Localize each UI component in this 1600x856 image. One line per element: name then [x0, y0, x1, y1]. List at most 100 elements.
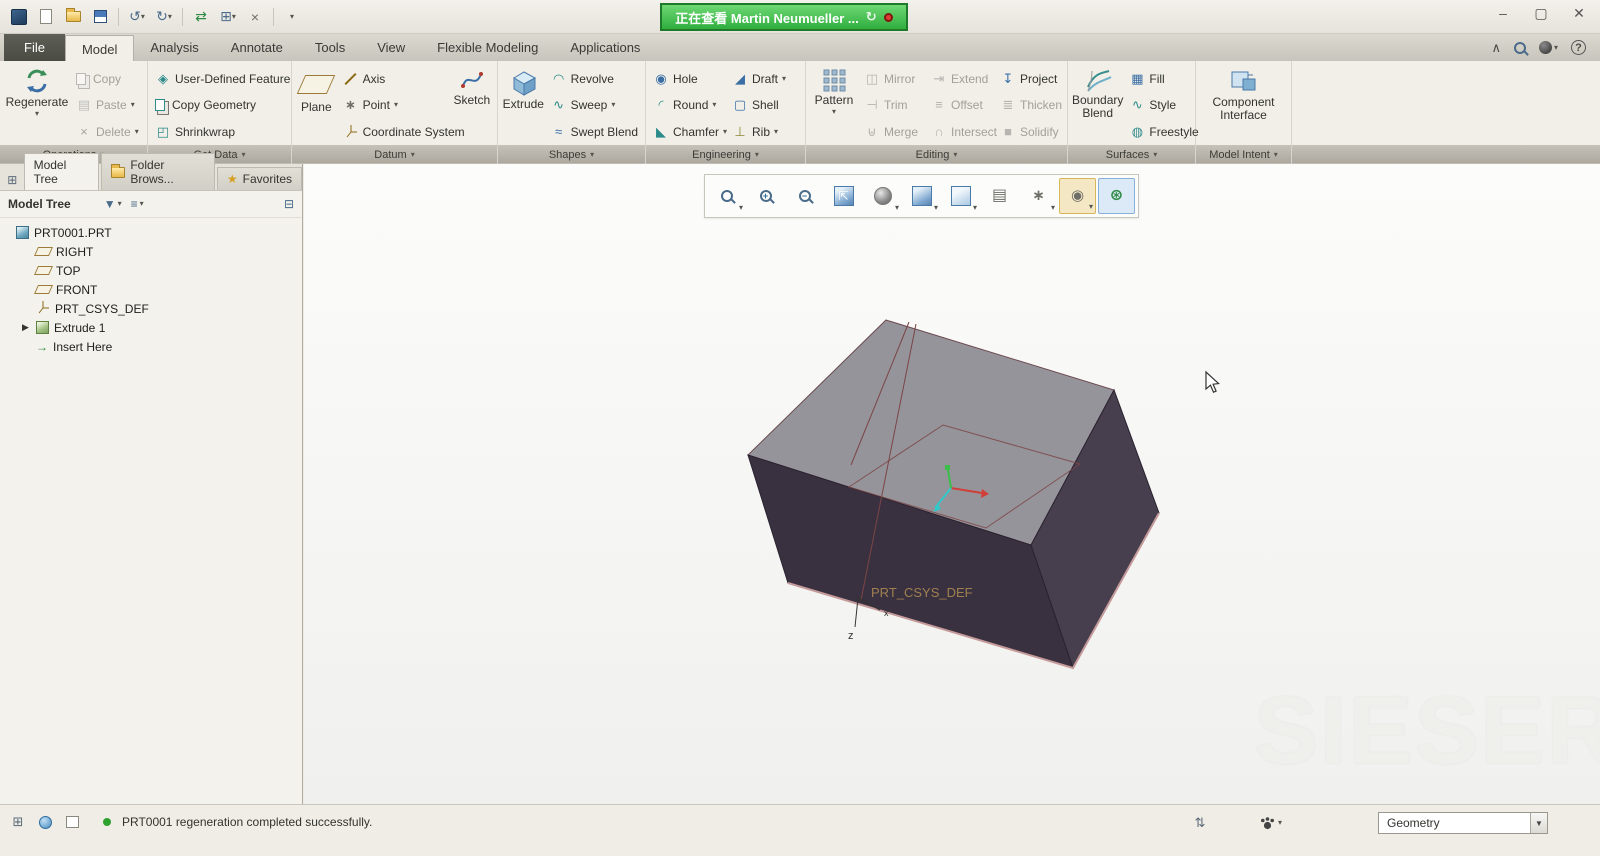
- tree-item-top[interactable]: TOP: [0, 261, 302, 280]
- selection-filter-dropdown[interactable]: Geometry ▼: [1378, 812, 1548, 834]
- refit-button[interactable]: ⇱: [825, 178, 862, 214]
- spin-center-button[interactable]: ⊛: [1098, 178, 1135, 214]
- close-button[interactable]: ✕: [1568, 5, 1590, 22]
- zoom-out-button[interactable]: −: [786, 178, 823, 214]
- tree-item-front[interactable]: FRONT: [0, 280, 302, 299]
- tab-annotate[interactable]: Annotate: [215, 34, 299, 61]
- tab-tools[interactable]: Tools: [299, 34, 361, 61]
- user-defined-feature-button[interactable]: ◈User-Defined Feature: [152, 66, 293, 91]
- hole-button[interactable]: ◉Hole: [650, 66, 726, 91]
- browser-toggle-button[interactable]: [35, 812, 55, 832]
- zoom-region-button[interactable]: ▾: [708, 178, 745, 214]
- tab-view[interactable]: View: [361, 34, 421, 61]
- group-label-editing[interactable]: Editing▾: [806, 146, 1067, 164]
- windows-button[interactable]: ⊞▾: [217, 6, 239, 28]
- swept-blend-button[interactable]: ≈Swept Blend: [548, 119, 641, 144]
- datum-display-button[interactable]: ∗▾: [1020, 178, 1057, 214]
- search-button[interactable]: [1514, 42, 1526, 54]
- sketch-button[interactable]: Sketch: [451, 64, 493, 146]
- tab-folder-browser[interactable]: Folder Brows...: [101, 153, 215, 190]
- offset-button[interactable]: ≡Offset: [928, 93, 994, 118]
- freestyle-button[interactable]: ◍Freestyle: [1126, 119, 1201, 144]
- coordinate-system-button[interactable]: Coordinate System: [340, 119, 448, 144]
- view-manager-button[interactable]: ▤: [981, 178, 1018, 214]
- saved-orientations-button[interactable]: ▾: [942, 178, 979, 214]
- tree-settings-button[interactable]: ⊟: [284, 197, 294, 211]
- undo-button[interactable]: ↺▾: [126, 6, 148, 28]
- tab-favorites[interactable]: ★Favorites: [217, 167, 302, 190]
- regenerate-button[interactable]: Regenerate ▾: [4, 64, 70, 146]
- delete-button[interactable]: ×Delete▾: [73, 119, 142, 144]
- save-button[interactable]: [89, 6, 111, 28]
- solidify-button[interactable]: ■Solidify: [997, 119, 1061, 144]
- expand-arrow-icon[interactable]: ▶: [22, 322, 31, 333]
- connections-button[interactable]: ▾: [1539, 41, 1558, 54]
- draft-button[interactable]: ◢Draft▾: [729, 66, 799, 91]
- shade-button[interactable]: ▾: [864, 178, 901, 214]
- maximize-button[interactable]: ▢: [1530, 5, 1552, 22]
- tab-file[interactable]: File: [4, 34, 65, 61]
- tree-item-extrude[interactable]: ▶Extrude 1: [0, 318, 302, 337]
- copy-geometry-button[interactable]: Copy Geometry: [152, 93, 293, 118]
- tab-analysis[interactable]: Analysis: [134, 34, 214, 61]
- boundary-blend-button[interactable]: Boundary Blend: [1072, 64, 1123, 146]
- navigator-toggle-button[interactable]: ⊞: [8, 812, 28, 832]
- group-label-shapes[interactable]: Shapes▾: [498, 146, 645, 164]
- component-interface-button[interactable]: Component Interface: [1204, 64, 1284, 146]
- round-button[interactable]: ◜Round▾: [650, 93, 726, 118]
- redo-button[interactable]: ↻▾: [153, 6, 175, 28]
- extend-button[interactable]: ⇥Extend: [928, 66, 994, 91]
- open-button[interactable]: [62, 6, 84, 28]
- chevron-down-icon[interactable]: ▼: [1530, 813, 1547, 833]
- tab-flexible-modeling[interactable]: Flexible Modeling: [421, 34, 554, 61]
- tab-model[interactable]: Model: [65, 35, 134, 61]
- paste-button[interactable]: ▤Paste▾: [73, 93, 142, 118]
- group-label-model-intent[interactable]: Model Intent▾: [1196, 146, 1291, 164]
- find-button[interactable]: [1258, 813, 1278, 833]
- annotation-display-button[interactable]: ◉▾: [1059, 178, 1096, 214]
- tree-item-insert-here[interactable]: →Insert Here: [0, 337, 302, 356]
- chamfer-button[interactable]: ◣Chamfer▾: [650, 119, 726, 144]
- tree-columns-button[interactable]: ≡▾: [131, 197, 144, 211]
- shrinkwrap-button[interactable]: ◰Shrinkwrap: [152, 119, 293, 144]
- point-button[interactable]: ∗Point▾: [340, 93, 448, 118]
- mirror-button[interactable]: ◫Mirror: [861, 66, 925, 91]
- help-button[interactable]: ?: [1571, 40, 1586, 55]
- tab-model-tree[interactable]: Model Tree: [24, 153, 100, 190]
- display-style-button[interactable]: ▾: [903, 178, 940, 214]
- merge-button[interactable]: ⊎Merge: [861, 119, 925, 144]
- navigator-grid-icon[interactable]: ⊞: [3, 170, 22, 190]
- tree-item-csys[interactable]: PRT_CSYS_DEF: [0, 299, 302, 318]
- intersect-button[interactable]: ∩Intersect: [928, 119, 994, 144]
- copy-button[interactable]: Copy: [73, 66, 142, 91]
- tree-item-part[interactable]: PRT0001.PRT: [0, 223, 302, 242]
- tree-item-right[interactable]: RIGHT: [0, 242, 302, 261]
- pattern-button[interactable]: Pattern ▾: [810, 64, 858, 146]
- axis-button[interactable]: Axis: [340, 66, 448, 91]
- graphics-area[interactable]: PRT_CSYS_DEF z x ▾ + − ⇱ ▾ ▾ ▾ ▤ ∗▾ ◉▾ ⊛: [304, 164, 1600, 804]
- group-label-surfaces[interactable]: Surfaces▾: [1068, 146, 1195, 164]
- trim-button[interactable]: ⊣Trim: [861, 93, 925, 118]
- group-label-engineering[interactable]: Engineering▾: [646, 146, 805, 164]
- app-logo-icon[interactable]: [8, 6, 30, 28]
- group-label-datum[interactable]: Datum▾: [292, 146, 497, 164]
- sweep-button[interactable]: ∿Sweep▾: [548, 93, 641, 118]
- regenerate-quick-button[interactable]: ⇄: [190, 6, 212, 28]
- shell-button[interactable]: ▢Shell: [729, 93, 799, 118]
- thicken-button[interactable]: ≣Thicken: [997, 93, 1061, 118]
- extrude-button[interactable]: Extrude: [502, 64, 545, 146]
- close-window-button[interactable]: ×: [244, 6, 266, 28]
- plane-button[interactable]: Plane: [296, 64, 337, 146]
- revolve-button[interactable]: ◠Revolve: [548, 66, 641, 91]
- zoom-in-button[interactable]: +: [747, 178, 784, 214]
- fill-button[interactable]: ▦Fill: [1126, 66, 1201, 91]
- tree-filter-button[interactable]: ▼▾: [104, 197, 122, 211]
- minimize-button[interactable]: –: [1492, 5, 1514, 22]
- collapse-ribbon-button[interactable]: ∧: [1491, 40, 1501, 56]
- project-button[interactable]: ↧Project: [997, 66, 1061, 91]
- customize-qat-button[interactable]: ▾: [281, 6, 303, 28]
- tab-applications[interactable]: Applications: [554, 34, 656, 61]
- console-toggle-button[interactable]: [62, 812, 82, 832]
- style-button[interactable]: ∿Style: [1126, 93, 1201, 118]
- new-file-button[interactable]: [35, 6, 57, 28]
